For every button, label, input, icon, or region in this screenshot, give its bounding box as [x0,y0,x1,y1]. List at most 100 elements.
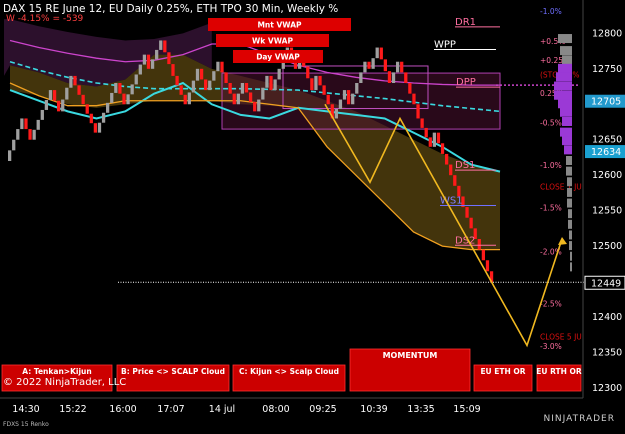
profile-bar [558,34,572,44]
renko-brick [367,61,371,69]
button-label[interactable]: B: Price <> SCALP Cloud [121,367,225,376]
pct-label: -2.5% [540,299,562,308]
renko-brick [150,59,155,69]
renko-brick [191,80,196,93]
renko-brick [383,59,387,72]
renko-brick [130,84,134,95]
renko-brick [326,94,330,105]
renko-brick [52,90,57,101]
renko-brick [212,71,216,81]
renko-brick [481,249,486,261]
renko-brick [65,87,69,100]
profile-bar [562,55,572,65]
renko-brick [449,164,453,176]
renko-brick [183,94,187,105]
instrument-label: FDXS 15 Renko [3,421,49,428]
vwap-label-text: Mnt VWAP [257,21,302,30]
renko-brick [110,92,114,103]
renko-brick [232,93,236,105]
renko-brick [220,61,224,73]
renko-brick [57,100,61,112]
level-label-dr1: DR1 [455,17,476,28]
renko-brick [404,72,408,83]
profile-bar [567,187,572,197]
x-tick-label: 14 jul [209,404,235,415]
x-tick-label: 15:09 [453,404,480,415]
pct-label: CLOSE 5 JU [540,333,582,342]
button-label[interactable]: MOMENTUM [383,351,438,360]
renko-brick [167,52,171,65]
level-label-ds2: DS2 [455,235,475,246]
profile-bar [560,107,572,117]
renko-brick [134,74,138,85]
renko-brick [195,68,200,81]
profile-bar [569,241,572,251]
pct-label: -0.5% [540,119,562,128]
renko-brick [126,94,130,105]
weekly-change: W -4.15% = -539 [6,14,84,24]
brand-logo: NINJATRADER [543,414,615,424]
renko-brick [159,40,163,50]
renko-brick [379,47,383,60]
renko-brick [306,66,310,79]
button-eu-eth-or[interactable]: EU ETH OR [473,364,533,392]
x-tick-label: 08:00 [262,404,289,415]
button-eu-rth-or[interactable]: EU RTH OR [536,364,582,392]
renko-brick [12,139,16,151]
renko-brick [24,118,28,130]
renko-brick [351,93,355,105]
renko-brick [408,83,412,94]
button-label[interactable]: EU ETH OR [480,367,525,376]
renko-brick [355,83,359,94]
x-tick-label: 17:07 [157,404,184,415]
renko-brick [261,87,265,100]
renko-brick [432,132,437,147]
profile-bar [558,63,572,73]
y-tick-label: 12550 [592,206,622,217]
profile-bar [560,46,572,56]
pct-label: CLOSE 1 JU [540,182,582,191]
renko-brick [61,99,65,112]
chart-canvas[interactable]: DR1WPPDPPDS1WS1DS2-1.0%+0.5%+0.25%(STG 0… [0,0,625,430]
button-b-price-scalp-cloud[interactable]: B: Price <> SCALP Cloud [116,364,230,392]
y-tick-label: 12650 [592,135,622,146]
renko-brick [138,64,142,75]
renko-brick [440,143,445,154]
renko-brick [416,104,420,119]
renko-brick [338,99,343,109]
y-tick-label: 12350 [592,347,622,358]
button-label[interactable]: C: Kijun <> Scalp Cloud [239,367,339,376]
vwap-label-text: Wk VWAP [252,37,293,46]
profile-bar [568,209,572,219]
renko-brick [244,83,249,93]
renko-brick [101,112,106,123]
renko-brick [334,109,338,119]
renko-brick [436,132,441,144]
renko-brick [412,93,416,105]
price-marker-label: 12634 [591,147,621,158]
profile-bar [554,90,572,100]
renko-brick [216,61,220,72]
renko-brick [199,68,204,80]
button-label[interactable]: EU RTH OR [536,367,582,376]
profile-bar [568,219,572,229]
profile-bar [554,81,572,91]
renko-brick [8,150,12,161]
y-tick-label: 12300 [592,383,622,394]
profile-bar [567,198,572,208]
renko-brick [363,61,367,73]
renko-brick [69,75,73,88]
button-momentum[interactable]: MOMENTUM [349,348,471,392]
renko-brick [387,71,392,83]
button-c-kijun-scalp-cloud[interactable]: C: Kijun <> Scalp Cloud [232,364,346,392]
profile-bar [570,262,572,272]
renko-brick [465,207,469,218]
renko-brick [265,75,269,88]
renko-brick [257,99,261,112]
renko-brick [253,101,257,112]
x-tick-label: 13:35 [407,404,434,415]
renko-brick [236,93,240,105]
renko-brick [32,129,36,140]
button-label[interactable]: A: Tenkan>Kijun [22,367,91,376]
profile-bar [570,251,572,261]
